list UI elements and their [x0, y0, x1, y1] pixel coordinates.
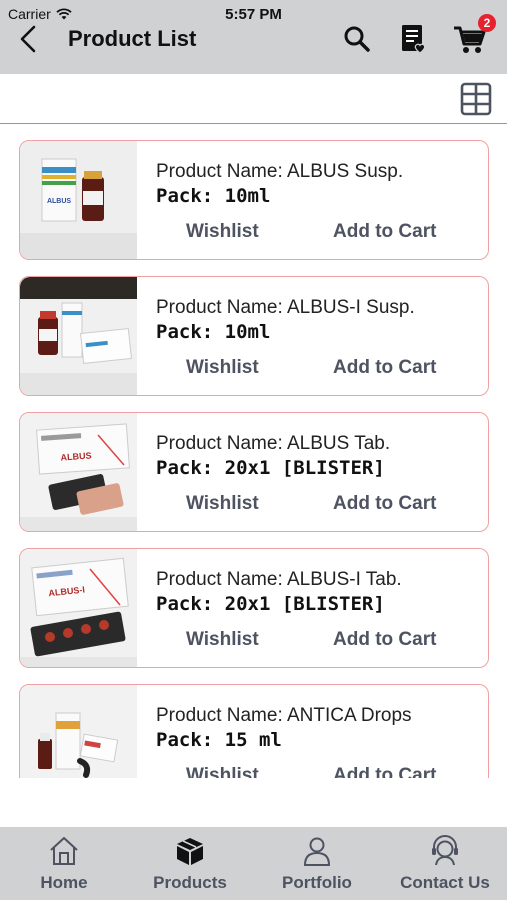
add-to-cart-button[interactable]: Add to Cart: [333, 357, 436, 379]
product-info: Product Name: ALBUS-I Susp. Pack: 10ml: [156, 297, 478, 343]
tab-home-label: Home: [40, 873, 88, 892]
wishlist-button[interactable]: Wishlist: [186, 493, 259, 515]
tab-products-label: Products: [153, 873, 227, 892]
product-pack: Pack: 20x1 [BLISTER]: [156, 593, 385, 615]
product-photo-antica-drops: [20, 685, 137, 778]
nav-bar: Product List: [0, 22, 507, 72]
box-icon: [177, 838, 203, 865]
list-toolbar: [0, 74, 507, 124]
product-actions: Wishlist Add to Cart: [156, 221, 478, 245]
product-name: Product Name: ANTICA Drops: [156, 705, 412, 726]
product-pack: Pack: 10ml: [156, 185, 271, 207]
product-actions: Wishlist Add to Cart: [156, 629, 478, 653]
product-info: Product Name: ALBUS-I Tab. Pack: 20x1 [B…: [156, 569, 478, 615]
product-photo-albus-tab: ALBUS: [20, 413, 137, 531]
product-info: Product Name: ALBUS Susp. Pack: 10ml: [156, 161, 478, 207]
add-to-cart-button[interactable]: Add to Cart: [333, 765, 436, 778]
product-name: Product Name: ALBUS Susp.: [156, 161, 404, 182]
tab-portfolio[interactable]: Portfolio: [274, 827, 360, 900]
product-list[interactable]: ALBUS Product Name: ALBUS Susp. Pack: 10…: [0, 125, 507, 778]
product-card[interactable]: ALBUS-I Product Name: ALBUS-I Tab. Pack:…: [19, 548, 489, 668]
tab-contact[interactable]: Contact Us: [392, 827, 498, 900]
product-actions: Wishlist Add to Cart: [156, 765, 478, 778]
product-photo-albus-susp: ALBUS: [20, 141, 137, 259]
product-image: [20, 685, 137, 778]
product-info: Product Name: ALBUS Tab. Pack: 20x1 [BLI…: [156, 433, 478, 479]
product-card[interactable]: ALBUS Product Name: ALBUS Susp. Pack: 10…: [19, 140, 489, 260]
add-to-cart-button[interactable]: Add to Cart: [333, 221, 436, 243]
header-bar: Carrier 5:57 PM Product List 2: [0, 0, 507, 74]
tab-portfolio-label: Portfolio: [282, 873, 352, 892]
product-pack: Pack: 20x1 [BLISTER]: [156, 457, 385, 479]
tab-contact-label: Contact Us: [400, 873, 490, 892]
product-photo-albus-i-susp: [20, 277, 137, 395]
support-headset-icon: [432, 835, 458, 866]
product-name: Product Name: ALBUS-I Tab.: [156, 569, 402, 590]
product-info: Product Name: ANTICA Drops Pack: 15 ml: [156, 705, 478, 751]
box-label: ALBUS: [47, 198, 71, 205]
product-image: [20, 277, 137, 395]
product-photo-albus-i-tab: ALBUS-I: [20, 549, 137, 667]
product-name: Product Name: ALBUS-I Susp.: [156, 297, 415, 318]
status-time: 5:57 PM: [225, 6, 282, 23]
product-pack: Pack: 15 ml: [156, 729, 282, 751]
product-card[interactable]: Product Name: ALBUS-I Susp. Pack: 10ml W…: [19, 276, 489, 396]
product-card[interactable]: Product Name: ANTICA Drops Pack: 15 ml W…: [19, 684, 489, 778]
product-actions: Wishlist Add to Cart: [156, 493, 478, 517]
tab-home[interactable]: Home: [20, 827, 108, 900]
bottom-tab-bar: Home Products Portfolio Contact Us: [0, 827, 507, 900]
product-card[interactable]: ALBUS Product Name: ALBUS Tab. Pack: 20x…: [19, 412, 489, 532]
person-icon: [303, 837, 331, 866]
wishlist-document-icon[interactable]: [396, 22, 430, 56]
tab-products[interactable]: Products: [142, 827, 238, 900]
product-name: Product Name: ALBUS Tab.: [156, 433, 391, 454]
page-title: Product List: [68, 26, 197, 51]
product-image: ALBUS: [20, 413, 137, 531]
product-pack: Pack: 10ml: [156, 321, 271, 343]
product-actions: Wishlist Add to Cart: [156, 357, 478, 381]
wishlist-button[interactable]: Wishlist: [186, 765, 259, 778]
app: Carrier 5:57 PM Product List 2 ALBUS Pro…: [0, 0, 507, 900]
product-image: ALBUS-I: [20, 549, 137, 667]
wishlist-button[interactable]: Wishlist: [186, 221, 259, 243]
home-icon: [50, 837, 78, 865]
add-to-cart-button[interactable]: Add to Cart: [333, 493, 436, 515]
cart-count-badge: 2: [478, 14, 496, 32]
wishlist-button[interactable]: Wishlist: [186, 357, 259, 379]
product-image: ALBUS: [20, 141, 137, 259]
grid-view-icon[interactable]: [460, 82, 492, 116]
wishlist-button[interactable]: Wishlist: [186, 629, 259, 651]
chevron-left-icon[interactable]: [14, 24, 44, 54]
search-icon[interactable]: [340, 22, 374, 56]
add-to-cart-button[interactable]: Add to Cart: [333, 629, 436, 651]
